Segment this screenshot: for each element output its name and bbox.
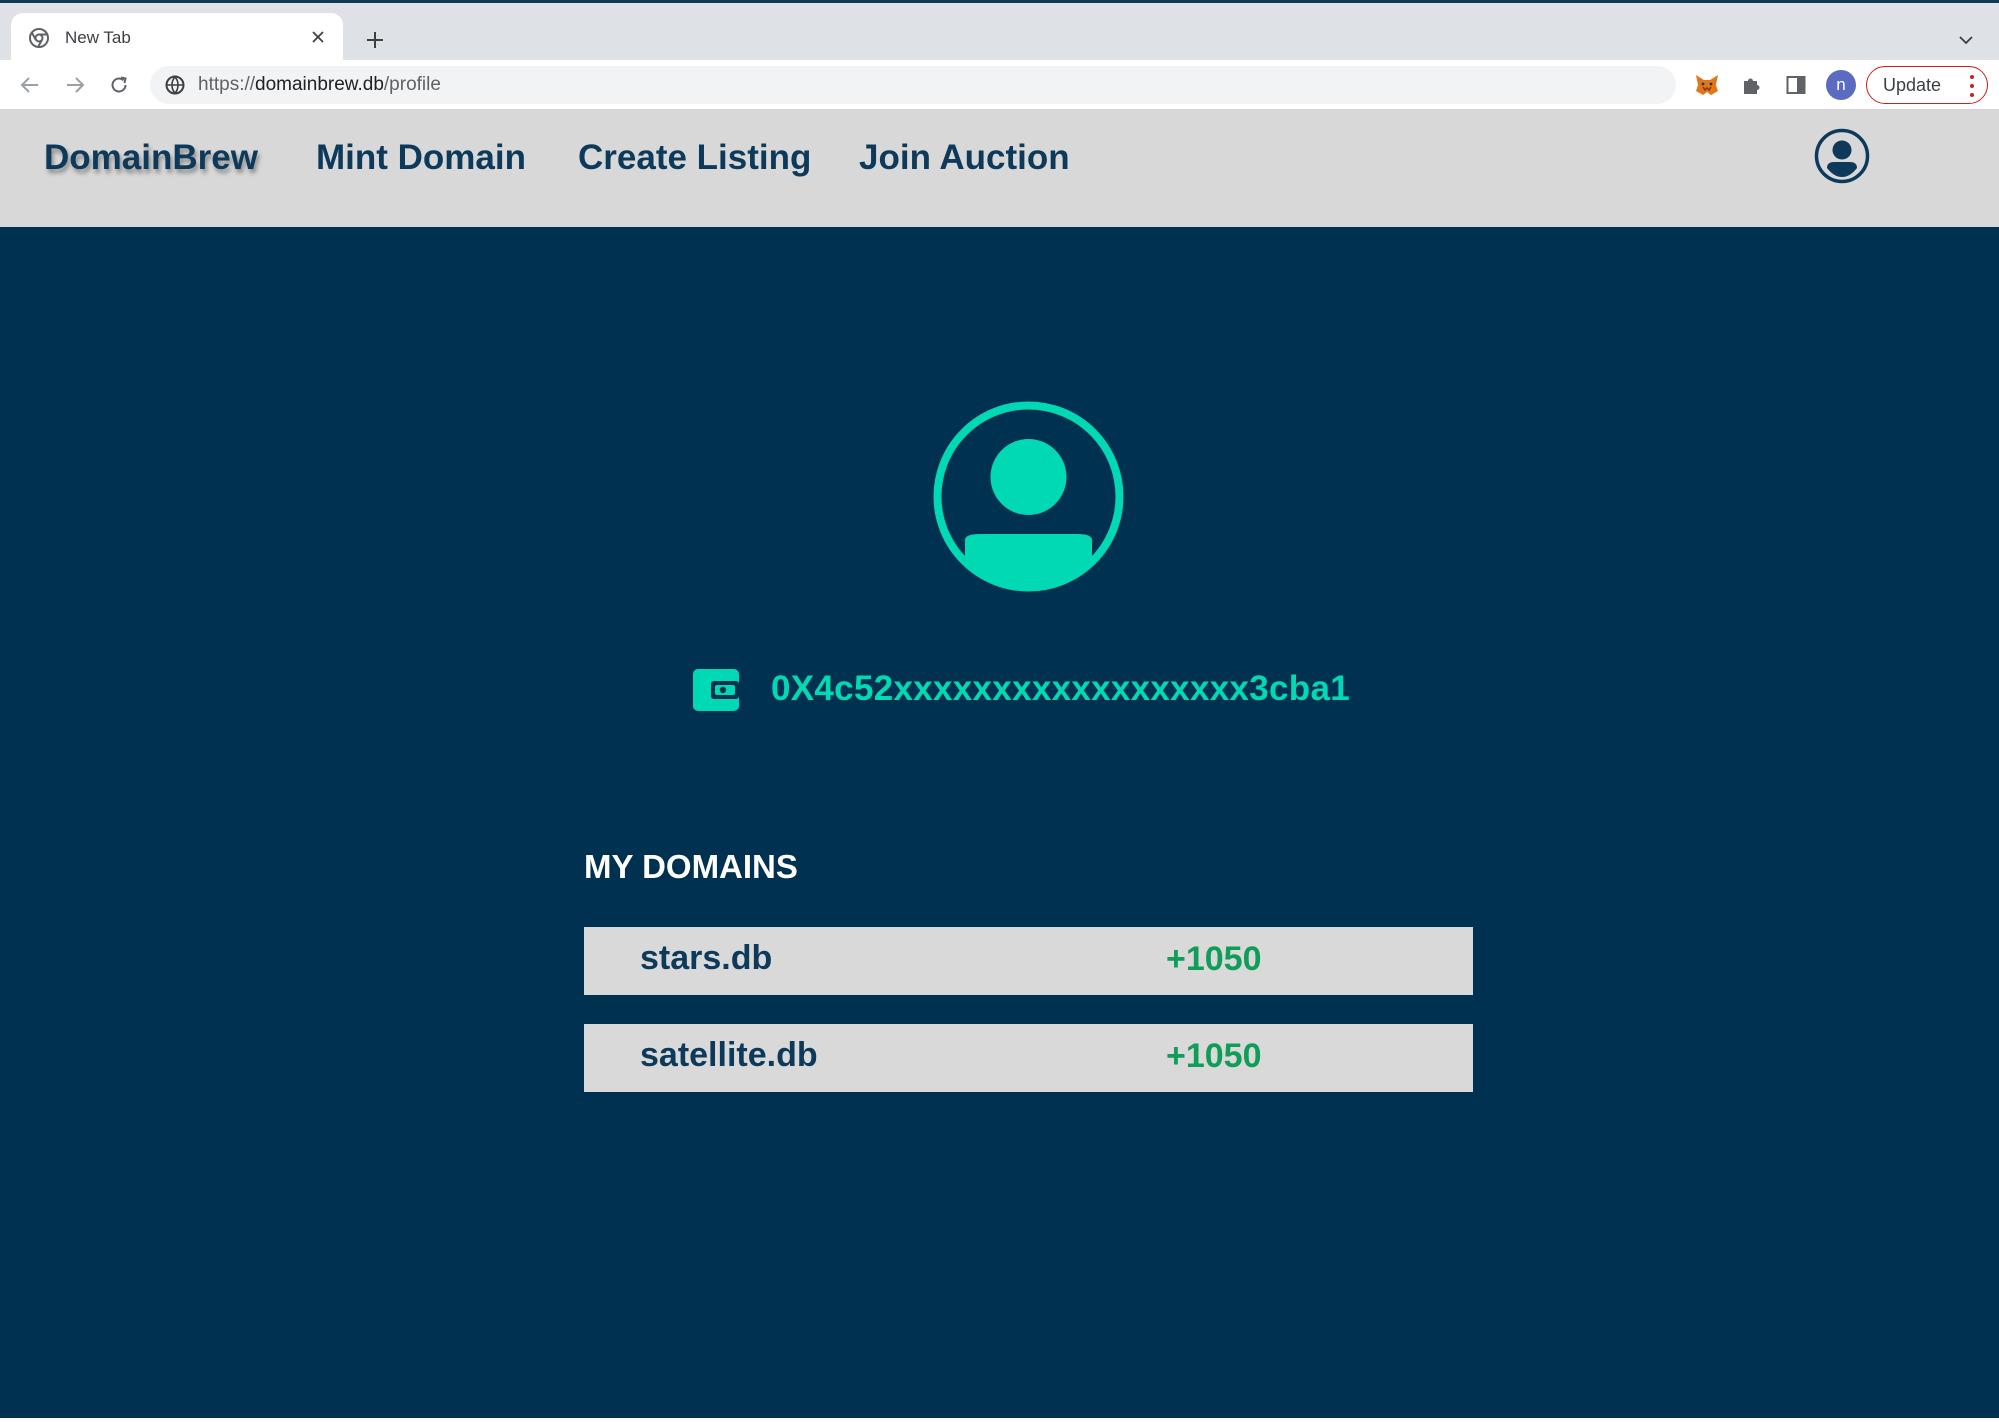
browser-profile-avatar[interactable]: n [1826, 70, 1856, 100]
puzzle-extensions-icon[interactable] [1737, 71, 1765, 99]
nav-mint-domain[interactable]: Mint Domain [316, 138, 526, 178]
domain-value: +1050 [1166, 1037, 1262, 1075]
address-bar[interactable]: https://domainbrew.db/profile [150, 66, 1676, 104]
url-text: https://domainbrew.db/profile [198, 74, 441, 96]
browser-tab[interactable]: New Tab [11, 13, 343, 63]
url-host: domainbrew.db [255, 74, 384, 95]
my-domains-heading: MY DOMAINS [584, 848, 798, 885]
list-item[interactable]: satellite.db +1050 [584, 1024, 1473, 1092]
tab-strip: New Tab [0, 3, 1999, 63]
update-button[interactable]: Update [1866, 66, 1988, 104]
metamask-fox-icon[interactable] [1693, 71, 1721, 99]
url-scheme: https:// [198, 74, 256, 95]
user-circle-icon[interactable] [1814, 128, 1870, 184]
wallet-address: 0X4c52xxxxxxxxxxxxxxxxxx3cba1 [771, 669, 1350, 708]
wallet-icon [693, 667, 739, 711]
url-path: /profile [383, 74, 441, 95]
brand-logo[interactable]: DomainBrew [44, 138, 258, 178]
profile-main: 0X4c52xxxxxxxxxxxxxxxxxx3cba1 MY DOMAINS… [0, 227, 1999, 1422]
nav-join-auction[interactable]: Join Auction [859, 138, 1070, 178]
domain-name: satellite.db [640, 1036, 818, 1074]
site-header: DomainBrew Mint Domain Create Listing Jo… [0, 110, 1999, 227]
user-avatar-icon [932, 400, 1125, 593]
reload-icon[interactable] [104, 70, 134, 100]
chevron-down-icon[interactable] [1953, 27, 1979, 53]
window-bottom-border [0, 1418, 1999, 1422]
nav-create-listing[interactable]: Create Listing [578, 138, 811, 178]
domain-name: stars.db [640, 939, 773, 977]
tab-title: New Tab [65, 28, 131, 47]
back-arrow-icon[interactable] [15, 70, 45, 100]
browser-toolbar: https://domainbrew.db/profile n Update [0, 60, 1999, 110]
site-info-icon[interactable] [164, 74, 186, 96]
side-panel-icon[interactable] [1782, 71, 1810, 99]
close-icon[interactable] [305, 24, 331, 50]
wallet-address-row: 0X4c52xxxxxxxxxxxxxxxxxx3cba1 [693, 667, 1350, 711]
plus-icon[interactable] [360, 25, 390, 55]
chrome-icon [29, 28, 49, 48]
kebab-menu-icon[interactable] [1969, 75, 1975, 97]
forward-arrow-icon[interactable] [60, 70, 90, 100]
update-label: Update [1883, 74, 1942, 95]
domain-value: +1050 [1166, 940, 1262, 978]
list-item[interactable]: stars.db +1050 [584, 927, 1473, 995]
